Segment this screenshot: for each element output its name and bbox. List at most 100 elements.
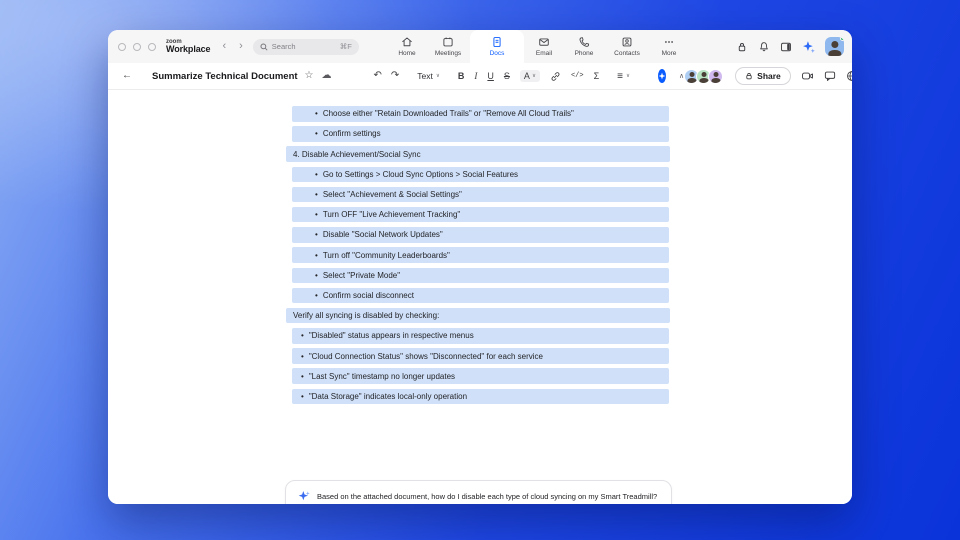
close-window-button[interactable] — [118, 42, 126, 51]
document-line[interactable]: Disable "Social Network Updates" — [292, 227, 669, 243]
nav-label: More — [661, 50, 677, 57]
document-line[interactable]: Select "Achievement & Social Settings" — [292, 186, 669, 203]
ai-sparkle-icon — [298, 491, 310, 501]
document-line-text: Turn OFF "Live Achievement Tracking" — [322, 210, 461, 220]
zoom-workplace-logo: zoom Workplace — [166, 39, 211, 54]
bold-button[interactable]: B — [458, 71, 465, 81]
share-lock-icon — [746, 73, 752, 80]
video-call-icon[interactable] — [801, 70, 814, 82]
document-line[interactable]: "Last Sync" timestamp no longer updates — [292, 368, 669, 384]
document-line-text: Select "Private Mode" — [322, 270, 401, 280]
lock-icon[interactable] — [736, 41, 748, 53]
nav-tab-email[interactable]: Email — [524, 30, 564, 63]
document-line-text: Turn off "Community Leaderboards" — [322, 250, 450, 260]
document-line[interactable]: Turn off "Community Leaderboards" — [292, 247, 669, 263]
document-line-text: Go to Settings > Cloud Sync Options > So… — [322, 169, 519, 179]
list-format-dropdown[interactable]: ≡ ∨ — [617, 71, 630, 82]
docs-icon — [493, 37, 501, 47]
code-block-button[interactable]: </> — [571, 72, 584, 80]
history-back-button[interactable]: ‹ — [222, 41, 226, 52]
favorite-star-icon[interactable]: ☆ — [305, 71, 314, 81]
document-line[interactable]: "Disabled" status appears in respective … — [292, 328, 669, 344]
italic-button[interactable]: I — [474, 71, 477, 81]
zoom-workplace-window: zoom Workplace ‹ › Search ⌘F Home Meetin… — [108, 30, 852, 504]
search-shortcut: ⌘F — [339, 42, 352, 51]
bullet-icon — [301, 372, 309, 381]
document-line[interactable]: Confirm settings — [292, 126, 669, 142]
document-title[interactable]: Summarize Technical Document — [152, 71, 298, 82]
document-line[interactable]: 4. Disable Achievement/Social Sync — [286, 146, 670, 162]
formula-button[interactable]: Σ — [594, 71, 600, 81]
nav-tab-contacts[interactable]: Contacts — [604, 30, 650, 63]
ai-companion-sparkle-icon[interactable] — [802, 40, 815, 53]
nav-label: Contacts — [614, 50, 640, 57]
minimize-window-button[interactable] — [133, 42, 141, 51]
text-style-label: Text — [417, 71, 433, 81]
chevron-down-icon: ∨ — [626, 73, 631, 79]
search-input[interactable]: Search ⌘F — [252, 38, 359, 55]
bullet-icon — [301, 331, 309, 340]
notifications-bell-icon[interactable] — [758, 41, 770, 53]
text-style-dropdown[interactable]: Text ∨ — [417, 71, 440, 81]
home-icon — [402, 37, 412, 47]
document-line[interactable]: "Data Storage" indicates local-only oper… — [292, 388, 669, 405]
zoom-window-button[interactable] — [148, 42, 156, 51]
nav-label: Home — [398, 50, 416, 57]
nav-tab-docs[interactable]: Docs — [470, 30, 524, 63]
globe-icon[interactable] — [846, 70, 852, 82]
nav-tab-more[interactable]: More — [650, 30, 688, 63]
search-icon — [260, 42, 268, 51]
calendar-icon — [443, 37, 453, 47]
app-topbar: zoom Workplace ‹ › Search ⌘F Home Meetin… — [108, 30, 852, 63]
document-line-text: Choose either "Retain Downloaded Trails"… — [322, 109, 574, 119]
bullet-icon — [315, 251, 323, 260]
nav-tab-phone[interactable]: Phone — [564, 30, 604, 63]
document-line-text: "Last Sync" timestamp no longer updates — [308, 371, 456, 381]
chevron-down-icon: ∨ — [531, 73, 536, 79]
profile-avatar[interactable] — [825, 37, 844, 56]
ai-companion-button[interactable] — [658, 69, 667, 83]
history-forward-button[interactable]: › — [239, 41, 243, 52]
bullet-icon — [315, 230, 323, 239]
collaborator-avatar[interactable] — [708, 68, 724, 84]
document-canvas: Choose either "Retain Downloaded Trails"… — [108, 90, 852, 504]
online-status-dot — [840, 37, 844, 41]
document-line-text: Confirm social disconnect — [322, 290, 414, 300]
nav-label: Docs — [489, 50, 505, 57]
share-button[interactable]: Share — [735, 67, 791, 85]
undo-button[interactable]: ↶ — [374, 71, 382, 81]
document-line[interactable]: Go to Settings > Cloud Sync Options > So… — [292, 166, 669, 183]
logo-workplace-text: Workplace — [166, 44, 211, 54]
collaborator-avatars — [684, 68, 724, 84]
bullet-icon — [315, 210, 323, 219]
document-line-text: Confirm settings — [322, 129, 381, 139]
strikethrough-button[interactable]: S — [504, 71, 510, 81]
more-icon — [665, 41, 673, 43]
link-icon[interactable] — [550, 71, 561, 82]
redo-button[interactable]: ↷ — [391, 71, 399, 81]
contacts-icon — [622, 37, 632, 47]
bullet-icon — [315, 109, 323, 118]
phone-icon — [579, 37, 590, 47]
mail-icon — [539, 38, 549, 46]
document-line[interactable]: Turn OFF "Live Achievement Tracking" — [292, 206, 669, 223]
document-line-text: 4. Disable Achievement/Social Sync — [293, 149, 421, 159]
text-color-dropdown[interactable]: A ∨ — [519, 70, 540, 82]
document-line-text: "Disabled" status appears in respective … — [308, 331, 474, 341]
back-button[interactable]: ← — [122, 71, 132, 81]
document-line[interactable]: Confirm social disconnect — [292, 287, 669, 304]
document-line[interactable]: Choose either "Retain Downloaded Trails"… — [292, 106, 669, 122]
nav-tab-home[interactable]: Home — [388, 30, 426, 63]
sparkle-icon — [658, 72, 666, 80]
underline-button[interactable]: U — [487, 71, 494, 81]
document-toolbar: ← Summarize Technical Document ☆ ☁ ↶ ↷ T… — [108, 63, 852, 90]
side-panel-icon[interactable] — [780, 41, 792, 53]
document-line[interactable]: "Cloud Connection Status" shows "Disconn… — [292, 348, 669, 364]
ai-companion-panel: Based on the attached document, how do I… — [285, 480, 672, 504]
nav-tab-meetings[interactable]: Meetings — [426, 30, 470, 63]
document-highlight-list: Choose either "Retain Downloaded Trails"… — [286, 106, 670, 409]
chat-bubble-icon[interactable] — [824, 70, 836, 82]
document-line[interactable]: Select "Private Mode" — [292, 267, 669, 283]
share-label: Share — [757, 71, 781, 81]
document-line[interactable]: Verify all syncing is disabled by checki… — [286, 307, 670, 324]
